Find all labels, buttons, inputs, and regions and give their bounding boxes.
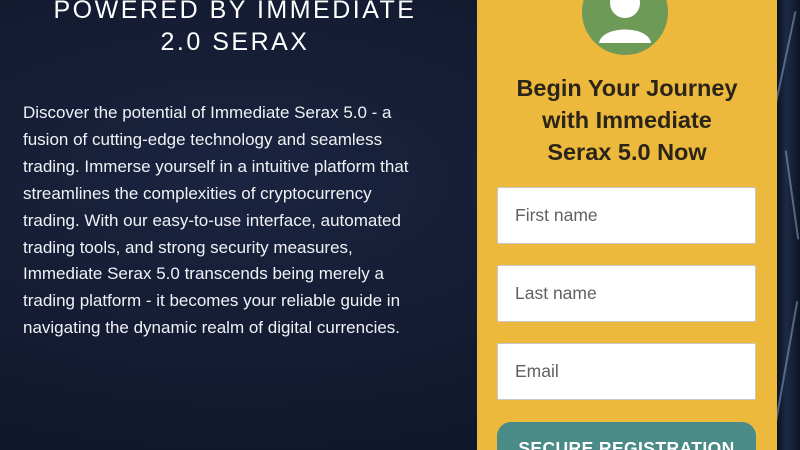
first-name-input[interactable] [497,187,756,244]
last-name-input[interactable] [497,265,756,322]
signup-title-line-2: with Immediate [542,107,712,133]
background-decoration [777,0,800,450]
hero-title: POWERED BY IMMEDIATE 2.0 SERAX [20,0,450,58]
email-input[interactable] [497,343,756,400]
signup-title-line-3: Serax 5.0 Now [547,139,707,165]
hero-title-line-2: 2.0 SERAX [160,28,310,56]
hero-description: Discover the potential of Immediate Sera… [23,103,409,338]
signup-title: Begin Your Journey with Immediate Serax … [487,72,767,168]
secure-registration-button[interactable]: SECURE REGISTRATION [497,422,756,450]
hero-title-line-1: POWERED BY IMMEDIATE [53,0,417,24]
signup-title-line-1: Begin Your Journey [516,75,738,101]
